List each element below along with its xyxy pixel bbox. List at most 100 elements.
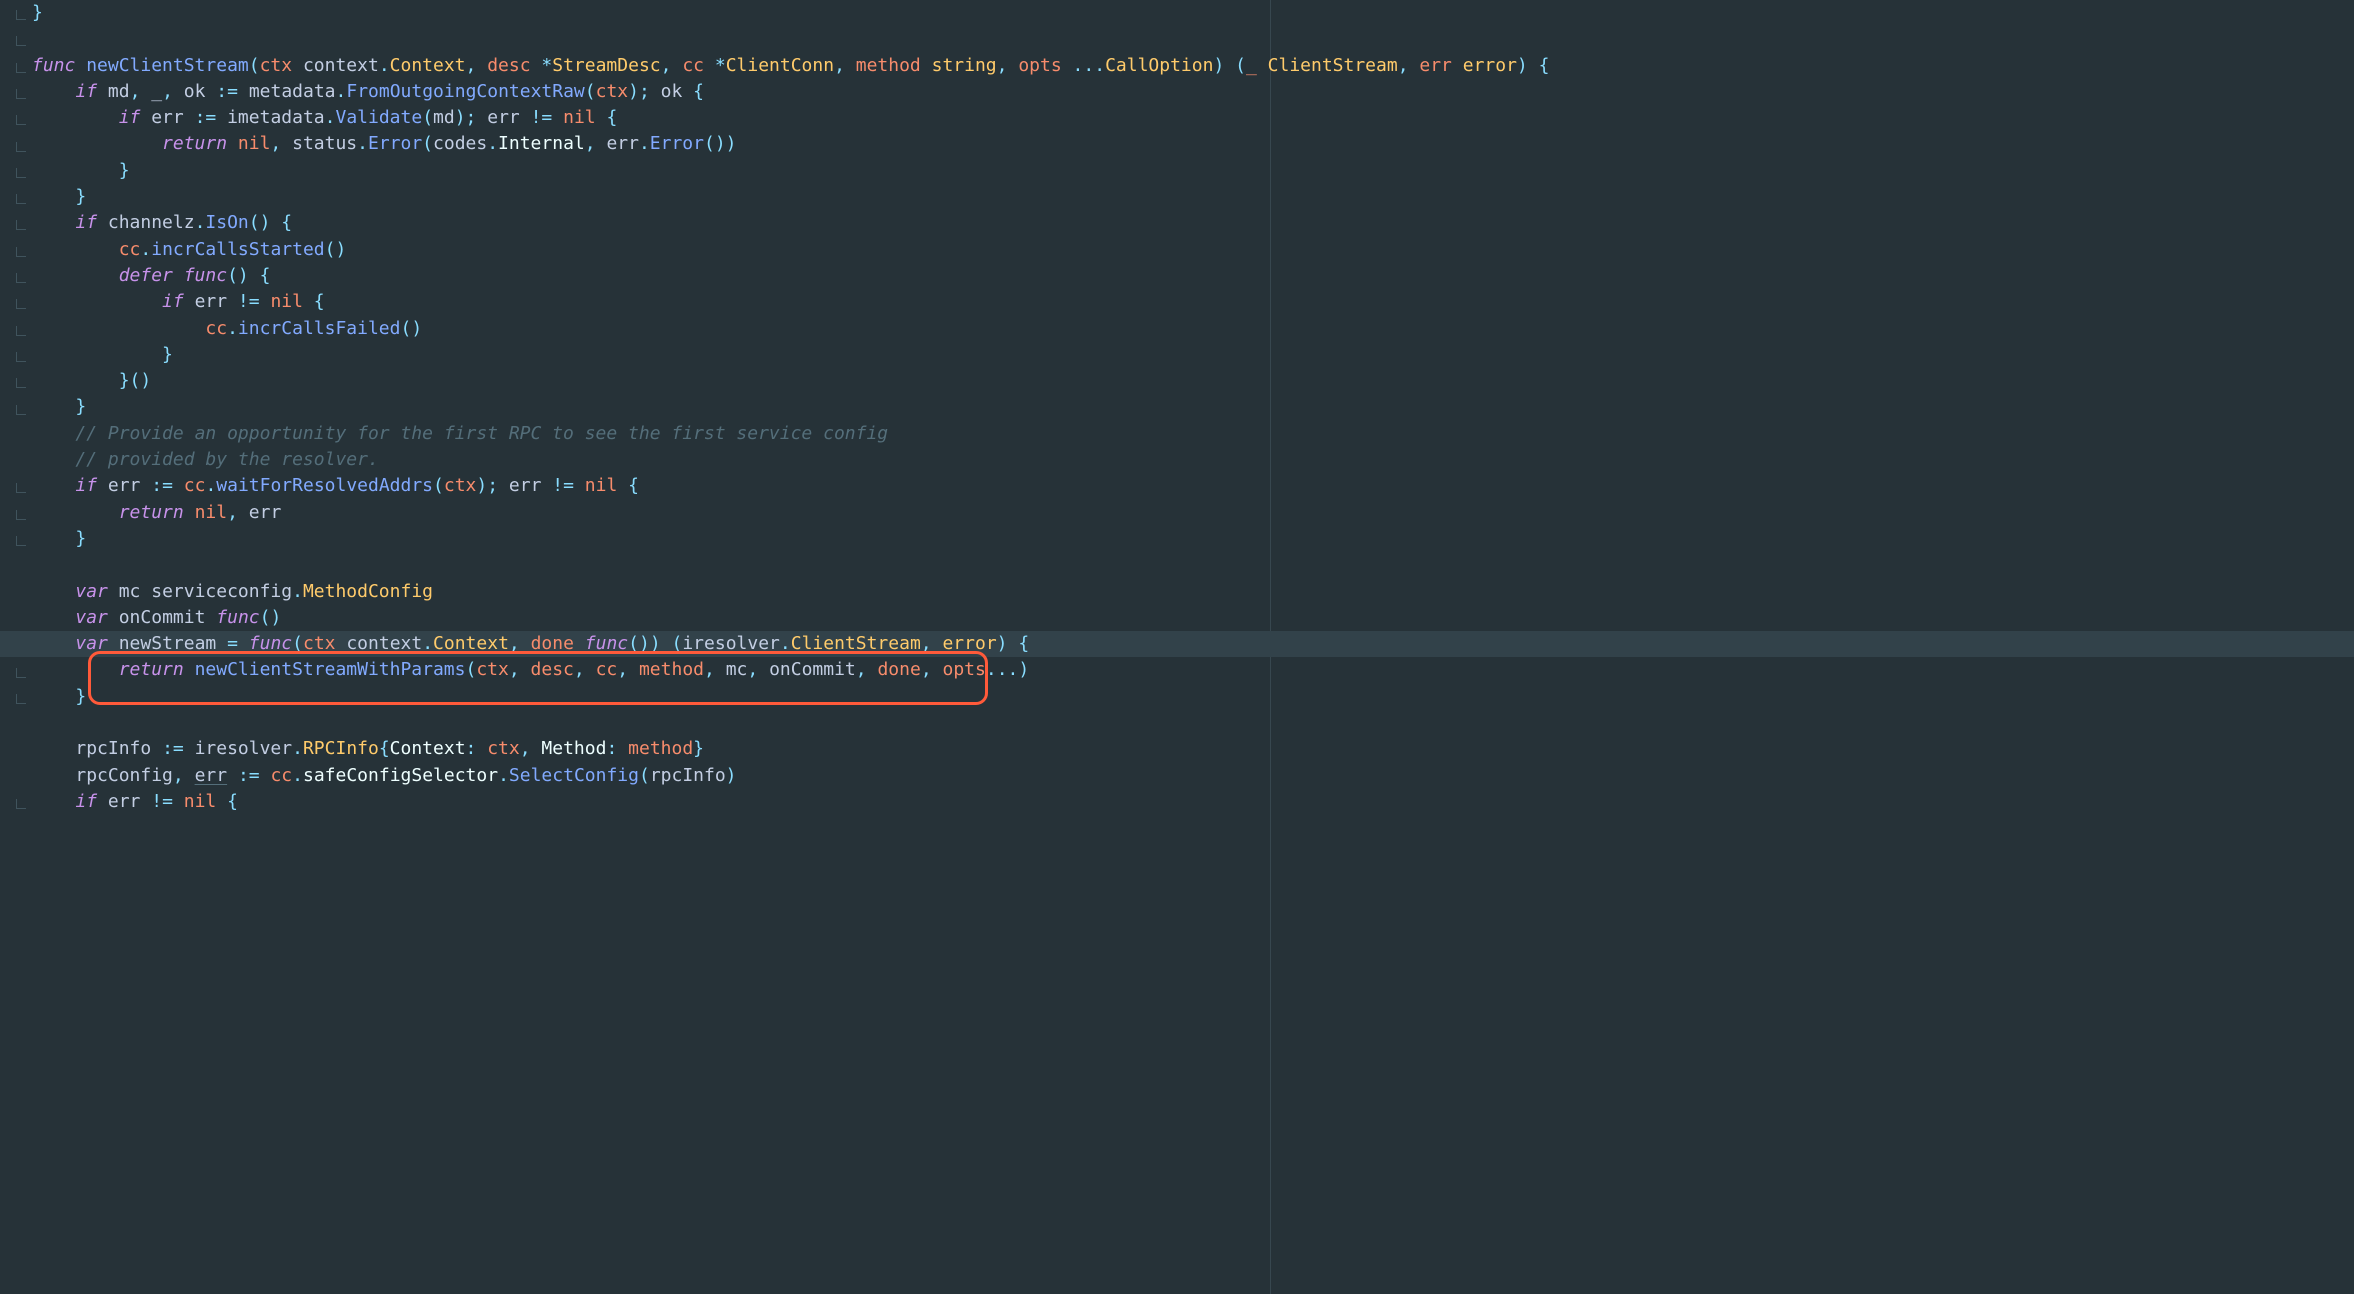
code-token: if xyxy=(75,475,108,496)
code-token: ctx xyxy=(444,475,477,496)
fold-indicator-icon[interactable] xyxy=(16,510,26,520)
fold-indicator-icon[interactable] xyxy=(16,115,26,125)
code-token: ); xyxy=(455,107,488,128)
code-token: , xyxy=(856,659,878,680)
code-token: var xyxy=(75,633,118,654)
code-line[interactable]: cc.incrCallsStarted() xyxy=(32,237,2354,263)
code-token: newClientStreamWithParams xyxy=(195,659,466,680)
code-line[interactable]: cc.incrCallsFailed() xyxy=(32,316,2354,342)
code-token: cc xyxy=(184,475,206,496)
code-token xyxy=(32,528,75,549)
code-token: error xyxy=(1463,55,1517,76)
code-editor-content[interactable]: } func newClientStream(ctx context.Conte… xyxy=(32,0,2354,815)
fold-indicator-icon[interactable] xyxy=(16,299,26,309)
code-line[interactable] xyxy=(32,552,2354,578)
code-token xyxy=(32,659,119,680)
fold-indicator-icon[interactable] xyxy=(16,352,26,362)
code-token: ) ( xyxy=(1213,55,1246,76)
fold-indicator-icon[interactable] xyxy=(16,405,26,415)
fold-indicator-icon[interactable] xyxy=(16,326,26,336)
code-line[interactable] xyxy=(32,26,2354,52)
code-token: string xyxy=(932,55,997,76)
code-line[interactable]: } xyxy=(32,526,2354,552)
code-token: != xyxy=(531,107,564,128)
code-line[interactable]: if md, _, ok := metadata.FromOutgoingCon… xyxy=(32,79,2354,105)
code-token: defer func xyxy=(119,265,227,286)
code-token: nil xyxy=(238,133,271,154)
code-token: Context xyxy=(433,633,509,654)
code-token: codes xyxy=(433,133,487,154)
fold-indicator-icon[interactable] xyxy=(16,694,26,704)
code-token: , xyxy=(162,81,184,102)
code-token: . xyxy=(205,475,216,496)
code-token: nil xyxy=(184,791,217,812)
code-token: != xyxy=(552,475,585,496)
fold-indicator-icon[interactable] xyxy=(16,799,26,809)
fold-indicator-icon[interactable] xyxy=(16,89,26,99)
fold-indicator-icon[interactable] xyxy=(16,247,26,257)
code-line[interactable]: if err != nil { xyxy=(32,789,2354,815)
code-token: () xyxy=(400,318,422,339)
code-line[interactable]: } xyxy=(32,158,2354,184)
code-line[interactable]: return nil, err xyxy=(32,500,2354,526)
fold-indicator-icon[interactable] xyxy=(16,220,26,230)
code-line[interactable]: } xyxy=(32,394,2354,420)
code-line[interactable] xyxy=(32,710,2354,736)
code-line[interactable]: } xyxy=(32,184,2354,210)
code-token: err xyxy=(108,475,151,496)
code-token: if xyxy=(75,81,108,102)
code-token: ) { xyxy=(1517,55,1550,76)
code-line[interactable]: defer func() { xyxy=(32,263,2354,289)
fold-indicator-icon[interactable] xyxy=(16,536,26,546)
code-token: ctx xyxy=(303,633,336,654)
fold-indicator-icon[interactable] xyxy=(16,668,26,678)
code-token: := xyxy=(162,738,195,759)
code-token: onCommit xyxy=(769,659,856,680)
fold-indicator-icon[interactable] xyxy=(16,36,26,46)
code-token: cc xyxy=(205,318,227,339)
fold-indicator-icon[interactable] xyxy=(16,483,26,493)
fold-indicator-icon[interactable] xyxy=(16,142,26,152)
code-line[interactable]: if err != nil { xyxy=(32,289,2354,315)
code-line[interactable]: if channelz.IsOn() { xyxy=(32,210,2354,236)
code-line[interactable]: var onCommit func() xyxy=(32,605,2354,631)
code-line[interactable]: // Provide an opportunity for the first … xyxy=(32,421,2354,447)
code-token: err xyxy=(487,107,530,128)
code-line[interactable]: var newStream = func(ctx context.Context… xyxy=(0,631,2354,657)
fold-indicator-icon[interactable] xyxy=(16,378,26,388)
code-line[interactable]: return nil, status.Error(codes.Internal,… xyxy=(32,131,2354,157)
code-line[interactable]: rpcInfo := iresolver.RPCInfo{Context: ct… xyxy=(32,736,2354,762)
code-token: iresolver xyxy=(195,738,293,759)
code-token: return xyxy=(119,659,195,680)
fold-indicator-icon[interactable] xyxy=(16,63,26,73)
code-token: Error xyxy=(650,133,704,154)
code-token: () xyxy=(325,239,347,260)
code-token: if xyxy=(75,212,108,233)
code-token: method xyxy=(628,738,693,759)
code-token: SelectConfig xyxy=(509,765,639,786)
fold-indicator-icon[interactable] xyxy=(16,273,26,283)
code-token: { xyxy=(596,107,618,128)
code-line[interactable]: } xyxy=(32,0,2354,26)
code-line[interactable]: } xyxy=(32,342,2354,368)
code-line[interactable]: if err := imetadata.Validate(md); err !=… xyxy=(32,105,2354,131)
code-line[interactable]: return newClientStreamWithParams(ctx, de… xyxy=(32,657,2354,683)
fold-indicator-icon[interactable] xyxy=(16,10,26,20)
code-line[interactable]: var mc serviceconfig.MethodConfig xyxy=(32,579,2354,605)
code-token: rpcInfo xyxy=(650,765,726,786)
fold-indicator-icon[interactable] xyxy=(16,194,26,204)
code-token: . xyxy=(292,738,303,759)
code-token: safeConfigSelector xyxy=(303,765,498,786)
code-line[interactable]: // provided by the resolver. xyxy=(32,447,2354,473)
code-token xyxy=(32,291,162,312)
code-line[interactable]: } xyxy=(32,684,2354,710)
code-token: ClientStream xyxy=(791,633,921,654)
code-line[interactable]: func newClientStream(ctx context.Context… xyxy=(32,53,2354,79)
code-token: imetadata xyxy=(227,107,325,128)
code-line[interactable]: if err := cc.waitForResolvedAddrs(ctx); … xyxy=(32,473,2354,499)
code-line[interactable]: }() xyxy=(32,368,2354,394)
code-token: } xyxy=(693,738,704,759)
code-token: cc xyxy=(682,55,704,76)
code-line[interactable]: rpcConfig, err := cc.safeConfigSelector.… xyxy=(32,763,2354,789)
fold-indicator-icon[interactable] xyxy=(16,168,26,178)
